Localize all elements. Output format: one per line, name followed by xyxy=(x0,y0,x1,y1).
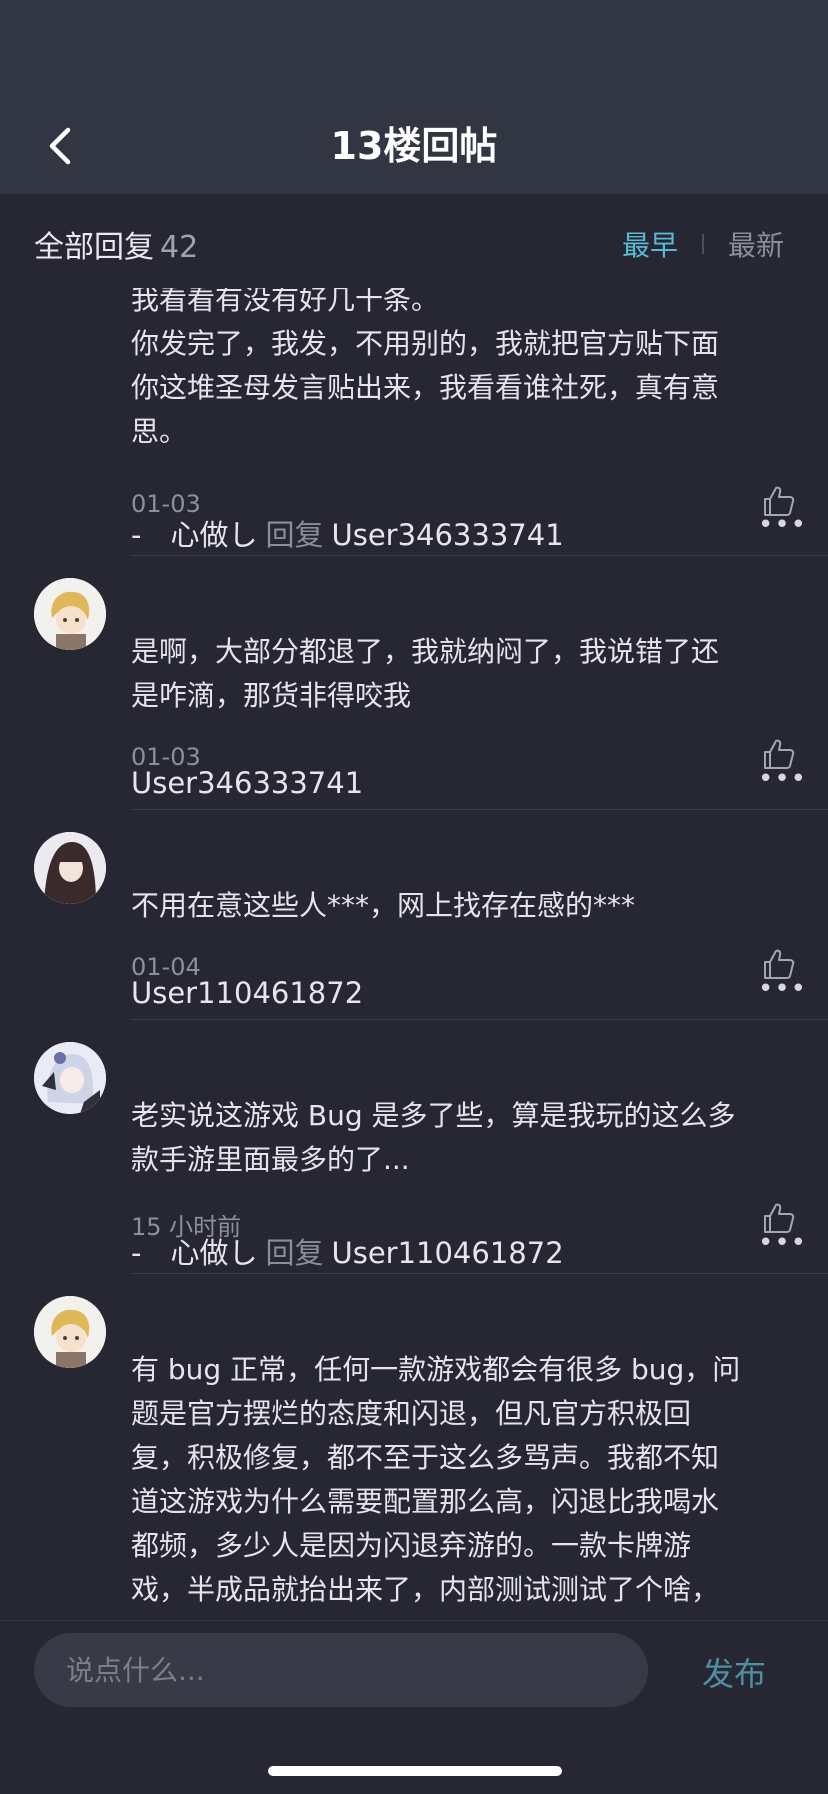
author-name[interactable]: - 心做し xyxy=(131,518,257,552)
separator xyxy=(131,555,828,556)
comment-input[interactable] xyxy=(34,1633,648,1707)
comment-text-line: 款手游里面最多的了... xyxy=(131,1143,410,1176)
avatar[interactable] xyxy=(34,578,106,650)
publish-button[interactable]: 发布 xyxy=(702,1649,766,1695)
sort-earliest-tab[interactable]: 最早 xyxy=(622,224,678,264)
avatar[interactable] xyxy=(34,1296,106,1368)
avatar-image xyxy=(34,1296,106,1368)
separator xyxy=(131,809,828,810)
reply-target[interactable]: User110461872 xyxy=(331,1236,563,1270)
comment-text: 是啊，大部分都退了，我就纳闷了，我说错了还 是咋滴，那货非得咬我 xyxy=(131,630,797,718)
page-title: 13楼回帖 xyxy=(330,124,498,168)
avatar-image xyxy=(34,1042,106,1114)
avatar[interactable] xyxy=(34,1042,106,1114)
sort-divider xyxy=(702,234,704,254)
comment-author[interactable]: User110461872 xyxy=(131,976,363,1010)
comment-text-line: 老实说这游戏 Bug 是多了些，算是我玩的这么多 xyxy=(131,1099,736,1132)
reply-target[interactable]: User346333741 xyxy=(331,518,563,552)
comment-text-line: 你这堆圣母发言贴出来，我看看谁社死，真有意 xyxy=(131,371,720,404)
separator xyxy=(131,1273,828,1274)
sort-latest-tab[interactable]: 最新 xyxy=(728,224,784,264)
author-name[interactable]: - 心做し xyxy=(131,1236,257,1270)
comment-author[interactable]: - 心做し 回复 User346333741 xyxy=(131,512,564,554)
home-indicator[interactable] xyxy=(268,1766,562,1776)
comment-text-line: 有 bug 正常，任何一款游戏都会有很多 bug，问 xyxy=(131,1353,741,1386)
comment-text-line: 题是官方摆烂的态度和闪退，但凡官方积极回 xyxy=(131,1397,692,1430)
avatar[interactable] xyxy=(34,832,106,904)
more-options-icon[interactable]: ••• xyxy=(758,764,807,794)
comment-author[interactable]: - 心做し 回复 User110461872 xyxy=(131,1230,564,1272)
comment-text-line: 不用在意这些人***，网上找存在感的*** xyxy=(131,889,636,922)
comment-text-line: 你发完了，我发，不用别的，我就把官方贴下面 xyxy=(131,327,720,360)
separator xyxy=(131,1019,828,1020)
author-name[interactable]: User346333741 xyxy=(131,766,363,800)
comment-text-line: 都频，多少人是因为闪退弃游的。一款卡牌游 xyxy=(131,1529,692,1562)
comment-text: 我看看有没有好几十条。 你发完了，我发，不用别的，我就把官方贴下面 你这堆圣母发… xyxy=(131,278,797,454)
composer-bar: 发布 xyxy=(0,1620,828,1794)
comment-text-line: 是啊，大部分都退了，我就纳闷了，我说错了还 xyxy=(131,635,720,668)
replies-heading: 全部回复 42 xyxy=(34,222,198,266)
more-options-icon[interactable]: ••• xyxy=(758,510,807,540)
comment-author[interactable]: User346333741 xyxy=(131,766,363,800)
reply-word: 回复 xyxy=(265,1236,324,1270)
comment-text: 有 bug 正常，任何一款游戏都会有很多 bug，问 题是官方摆烂的态度和闪退，… xyxy=(131,1348,797,1612)
replies-label: 全部回复 xyxy=(34,230,154,265)
comment-text-line: 道这游戏为什么需要配置那么高，闪退比我喝水 xyxy=(131,1485,720,1518)
more-options-icon[interactable]: ••• xyxy=(758,1228,807,1258)
reply-word: 回复 xyxy=(265,518,324,552)
author-name[interactable]: User110461872 xyxy=(131,976,363,1010)
more-options-icon[interactable]: ••• xyxy=(758,974,807,1004)
replies-count: 42 xyxy=(160,230,199,265)
comment-text-line: 戏，半成品就抬出来了，内部测试测试了个啥， xyxy=(131,1573,720,1606)
comment-text: 老实说这游戏 Bug 是多了些，算是我玩的这么多 款手游里面最多的了... xyxy=(131,1094,797,1182)
comment-text-line: 复，积极修复，都不至于这么多骂声。我都不知 xyxy=(131,1441,720,1474)
comment-text-line: 是咋滴，那货非得咬我 xyxy=(131,679,412,712)
avatar-image xyxy=(34,832,106,904)
comment-text-line: 思。 xyxy=(131,415,188,448)
nav-header: 13楼回帖 xyxy=(0,0,828,194)
replies-header: 全部回复 42 最早 最新 xyxy=(0,196,828,288)
avatar-image xyxy=(34,578,106,650)
comment-text: 不用在意这些人***，网上找存在感的*** xyxy=(131,884,797,928)
